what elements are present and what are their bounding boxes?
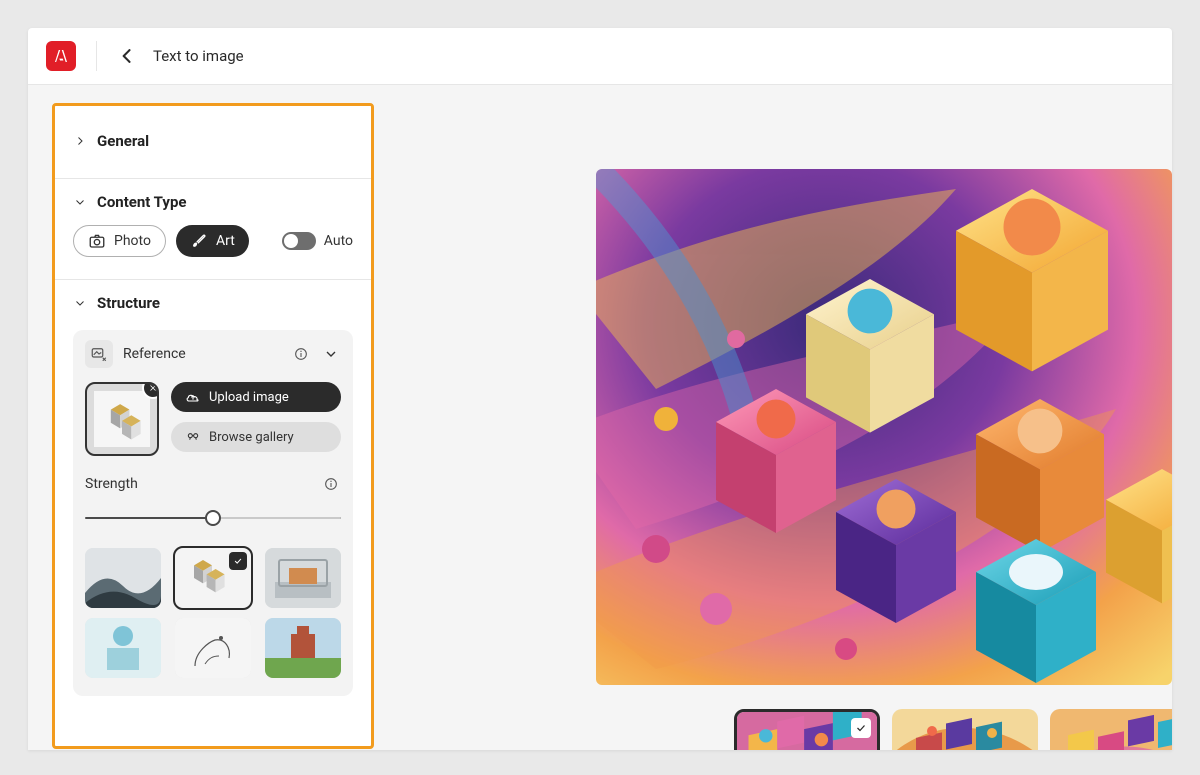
- upload-image-label: Upload image: [209, 390, 289, 405]
- browse-gallery-button[interactable]: Browse gallery: [171, 422, 341, 452]
- structure-gallery: [85, 548, 341, 678]
- gallery-item[interactable]: [265, 548, 341, 608]
- reference-collapse-icon[interactable]: [321, 344, 341, 364]
- reference-info-icon[interactable]: [291, 344, 311, 364]
- reference-row: Upload image Browse gallery: [85, 382, 341, 456]
- camera-icon: [88, 232, 106, 250]
- adobe-logo: [46, 41, 76, 71]
- auto-label: Auto: [324, 233, 353, 249]
- auto-toggle[interactable]: [282, 232, 316, 250]
- section-general-toggle[interactable]: General: [55, 106, 371, 178]
- reference-thumbnail[interactable]: [85, 382, 159, 456]
- gallery-item[interactable]: [175, 618, 251, 678]
- section-content-type: Content Type Photo Art: [55, 179, 371, 280]
- reference-header: Reference: [85, 340, 341, 368]
- section-structure: Structure Reference: [55, 280, 371, 696]
- app-window: Text to image General Conten: [28, 28, 1172, 750]
- section-structure-title: Structure: [97, 294, 160, 312]
- auto-toggle-group: Auto: [282, 232, 353, 250]
- page-title: Text to image: [153, 47, 244, 65]
- result-thumbnail-selected[interactable]: [734, 709, 880, 750]
- separator: [96, 41, 97, 71]
- result-thumbnail[interactable]: [892, 709, 1038, 750]
- section-general: General: [55, 106, 371, 179]
- art-label: Art: [216, 233, 235, 249]
- body-area: General Content Type Photo: [28, 85, 1172, 750]
- check-icon: [229, 552, 247, 570]
- generated-image[interactable]: [596, 169, 1172, 685]
- result-thumbnails: [734, 709, 1172, 750]
- strength-label: Strength: [85, 476, 138, 492]
- reference-buttons: Upload image Browse gallery: [171, 382, 341, 452]
- content-type-art-button[interactable]: Art: [176, 225, 249, 257]
- reference-label: Reference: [123, 346, 186, 362]
- gallery-item[interactable]: [265, 618, 341, 678]
- structure-body: Reference: [55, 326, 371, 696]
- chevron-down-icon: [73, 195, 87, 209]
- upload-image-button[interactable]: Upload image: [171, 382, 341, 412]
- section-structure-toggle[interactable]: Structure: [55, 280, 371, 326]
- side-panel: General Content Type Photo: [52, 103, 374, 749]
- chevron-down-icon: [73, 296, 87, 310]
- gallery-item[interactable]: [85, 548, 161, 608]
- strength-row: Strength: [85, 474, 341, 494]
- gallery-item[interactable]: [85, 618, 161, 678]
- photo-label: Photo: [114, 233, 151, 249]
- brush-icon: [190, 232, 208, 250]
- chevron-right-icon: [73, 134, 87, 148]
- section-general-title: General: [97, 132, 149, 150]
- content-type-controls: Photo Art Auto: [55, 225, 371, 279]
- section-content-type-toggle[interactable]: Content Type: [55, 179, 371, 225]
- reference-card: Reference: [73, 330, 353, 696]
- strength-slider[interactable]: [85, 508, 341, 528]
- gallery-item-selected[interactable]: [175, 548, 251, 608]
- strength-info-icon[interactable]: [321, 474, 341, 494]
- result-thumbnail[interactable]: [1050, 709, 1172, 750]
- back-button[interactable]: [117, 46, 137, 66]
- reference-icon: [85, 340, 113, 368]
- top-bar: Text to image: [28, 28, 1172, 85]
- content-type-photo-button[interactable]: Photo: [73, 225, 166, 257]
- slider-knob[interactable]: [205, 510, 221, 526]
- check-icon: [851, 718, 871, 738]
- browse-gallery-label: Browse gallery: [209, 430, 294, 445]
- section-content-type-title: Content Type: [97, 193, 187, 211]
